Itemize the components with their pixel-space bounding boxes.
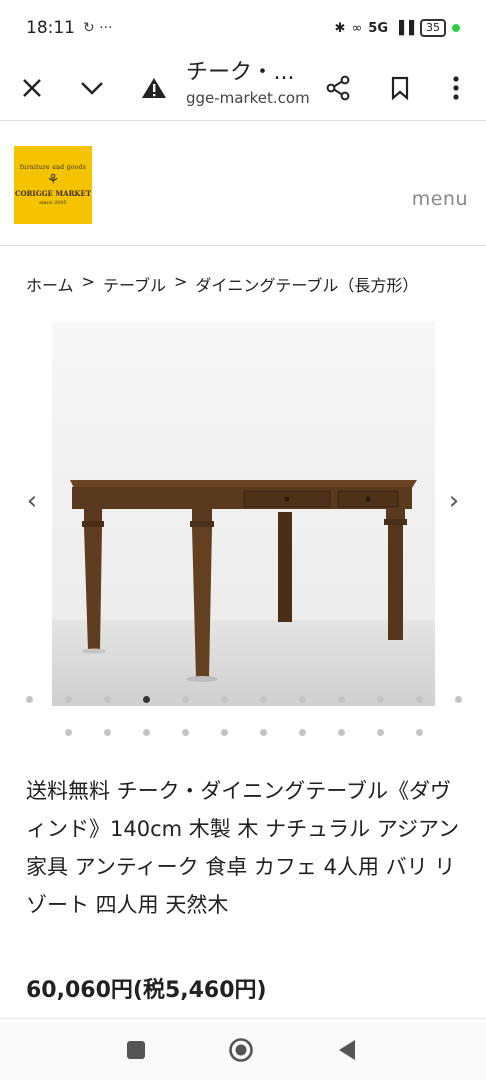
header-divider [0,245,486,246]
carousel-dot[interactable] [221,696,228,703]
carousel-dot[interactable] [338,729,345,736]
breadcrumb: ホーム > テーブル > ダイニングテーブル（長方形） [26,272,418,296]
page-title: チーク・... [186,60,295,85]
browser-toolbar: チーク・... gge-market.com [0,56,486,120]
back-icon[interactable] [332,1035,362,1065]
carousel-dot[interactable] [377,729,384,736]
dining-table-illustration [52,322,435,706]
carousel-next-button[interactable]: › [444,488,464,514]
carousel-dot[interactable] [377,696,384,703]
share-icon[interactable] [318,68,358,108]
carousel-dot[interactable] [182,729,189,736]
chevron-down-icon[interactable] [72,68,112,108]
address-bar[interactable]: チーク・... gge-market.com [186,56,316,108]
warning-icon[interactable] [134,68,174,108]
logo-tagline: furniture and goods [19,164,87,171]
carousel-dot[interactable] [299,696,306,703]
carousel-indicator-row-secondary [0,729,486,739]
breadcrumb-separator: > [81,272,95,291]
carousel-dot[interactable] [416,729,423,736]
carousel-dot[interactable] [260,729,267,736]
carousel-dot[interactable] [104,729,111,736]
close-icon[interactable] [12,68,52,108]
signal-icon: ▐▐ [394,20,414,36]
product-title: 送料無料 チーク・ダイニングテーブル《ダヴィンド》140cm 木製 木 ナチュラ… [26,779,460,917]
logo-name: CORIGGE MARKET [14,189,92,198]
site-logo[interactable]: furniture and goods ⚘ CORIGGE MARKET sin… [14,146,92,224]
active-indicator-icon [452,24,460,32]
logo-mark-icon: ⚘ [46,172,60,188]
carousel-dot[interactable] [338,696,345,703]
page-url: gge-market.com [186,89,310,107]
carousel-dot[interactable] [26,696,33,703]
carousel-dot[interactable] [260,696,267,703]
product-image[interactable] [52,322,435,706]
status-bar: 18:11 ↻ ··· ✱ ∞ 5G ▐▐ 35 [0,0,486,56]
logo-since: since 2005 [39,200,67,206]
breadcrumb-separator: > [173,272,188,291]
carousel-dot[interactable] [416,696,423,703]
bluetooth-icon: ✱ [334,20,346,36]
carousel-dot[interactable] [299,729,306,736]
product-price: 60,060円(税5,460円) [26,978,267,1003]
carousel-dot[interactable] [182,696,189,703]
recent-apps-icon[interactable] [121,1035,151,1065]
carousel-dot[interactable] [143,729,150,736]
menu-button[interactable]: menu [412,188,468,210]
carousel-dot[interactable] [104,696,111,703]
status-extra-icons: ↻ ··· [83,20,113,36]
carousel-dot[interactable] [455,696,462,703]
carousel-indicator-row [0,696,486,706]
breadcrumb-current[interactable]: ダイニングテーブル（長方形） [195,272,418,296]
home-icon[interactable] [226,1035,256,1065]
more-vert-icon[interactable] [436,68,476,108]
breadcrumb-tables[interactable]: テーブル [103,272,166,296]
carousel-dot[interactable] [65,696,72,703]
site-header: furniture and goods ⚘ CORIGGE MARKET sin… [0,121,486,245]
carousel-dot[interactable] [221,729,228,736]
bookmark-icon[interactable] [380,68,420,108]
carousel-prev-button[interactable]: ‹ [22,488,42,514]
status-time: 18:11 [26,18,75,38]
link-icon: ∞ [351,20,363,36]
battery-icon: 35 [420,19,446,37]
network-label: 5G [368,20,388,36]
breadcrumb-home[interactable]: ホーム [26,272,74,296]
carousel-dot[interactable] [143,696,150,703]
carousel-dot[interactable] [65,729,72,736]
system-nav-bar [0,1019,486,1080]
